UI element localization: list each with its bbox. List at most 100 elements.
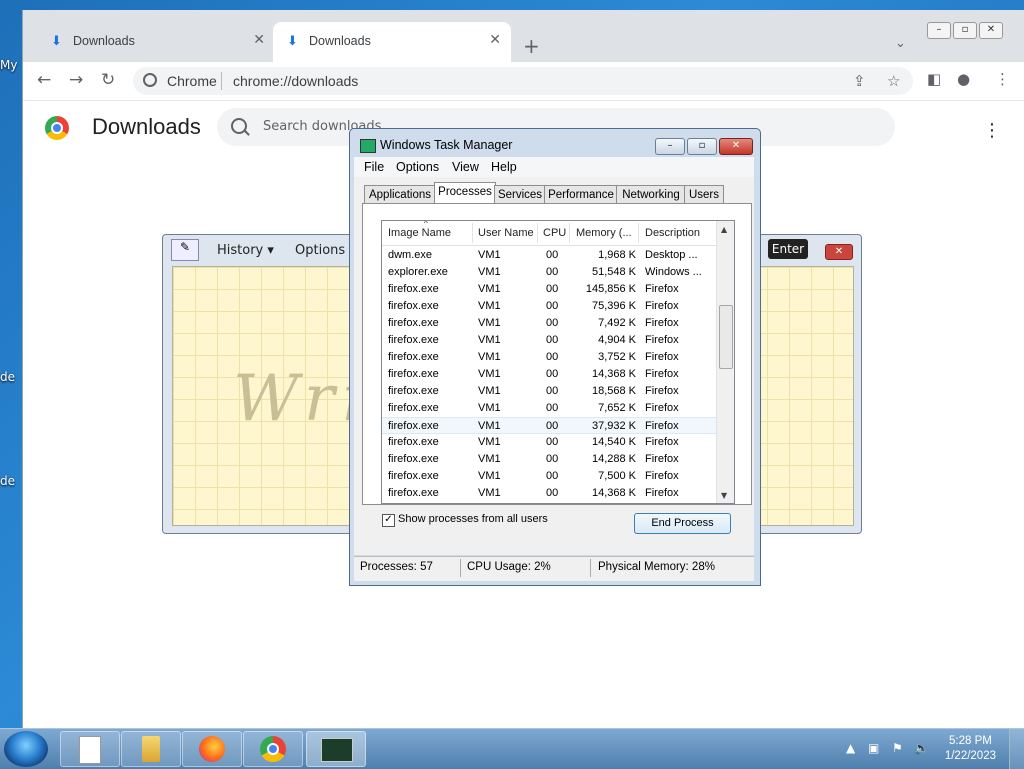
cell-user-name: VM1	[478, 266, 501, 278]
vertical-scrollbar[interactable]: ▲ ▼	[716, 221, 734, 503]
firefox-icon	[199, 736, 225, 762]
taskbar-app-explorer[interactable]	[121, 731, 181, 767]
cell-cpu: 00	[546, 351, 559, 363]
cell-image-name: dwm.exe	[388, 249, 433, 261]
tab-services[interactable]: Services	[494, 185, 546, 204]
column-cpu[interactable]: CPU	[543, 227, 566, 239]
reload-icon[interactable]: ↻	[101, 70, 115, 90]
downloads-menu-icon[interactable]: ⋮	[983, 120, 1001, 141]
menu-options[interactable]: Options	[396, 160, 439, 174]
task-manager-window: Windows Task Manager – ▫ ✕ File Options …	[349, 128, 761, 586]
show-hidden-icons-icon[interactable]: ▲	[846, 741, 855, 755]
close-button[interactable]: ✕	[979, 22, 1003, 39]
table-row[interactable]: firefox.exe VM1 00 14,368 K Firefox	[382, 485, 716, 502]
maximize-button[interactable]: ▫	[687, 138, 717, 155]
clock[interactable]: 5:28 PM 1/22/2023	[945, 734, 996, 764]
desktop-icon-label[interactable]: de	[0, 370, 15, 384]
cell-description: Firefox	[645, 385, 679, 397]
bookmark-star-icon[interactable]: ☆	[887, 72, 900, 90]
cell-user-name: VM1	[478, 368, 501, 380]
table-row[interactable]: firefox.exe VM1 00 75,396 K Firefox	[382, 298, 716, 315]
minimize-button[interactable]: –	[927, 22, 951, 39]
chrome-site-icon	[143, 73, 157, 87]
table-row[interactable]: dwm.exe VM1 00 1,968 K Desktop ...	[382, 247, 716, 264]
start-button[interactable]	[4, 731, 48, 767]
close-icon[interactable]: ✕	[825, 244, 853, 260]
cell-user-name: VM1	[478, 436, 501, 448]
table-row[interactable]: firefox.exe VM1 00 7,492 K Firefox	[382, 315, 716, 332]
taskbar-app-notepad[interactable]	[60, 731, 120, 767]
close-tab-icon[interactable]: ✕	[489, 32, 501, 48]
table-row[interactable]: firefox.exe VM1 00 37,932 K Firefox	[382, 417, 716, 434]
table-row[interactable]: explorer.exe VM1 00 51,548 K Windows ...	[382, 264, 716, 281]
column-user-name[interactable]: User Name	[478, 227, 534, 239]
omnibox-url[interactable]: chrome://downloads	[233, 73, 358, 89]
enter-button[interactable]: Enter	[768, 239, 808, 259]
tab-processes[interactable]: Processes	[434, 182, 496, 205]
profile-avatar-icon[interactable]: ●	[957, 70, 970, 88]
tab-performance[interactable]: Performance	[544, 185, 618, 204]
tab-applications[interactable]: Applications	[364, 185, 436, 204]
desktop-icon-label[interactable]: de	[0, 474, 15, 488]
tab-label: Downloads	[73, 34, 135, 48]
history-menu[interactable]: History ▾	[217, 243, 274, 258]
table-row[interactable]: firefox.exe VM1 00 14,368 K Firefox	[382, 366, 716, 383]
cell-description: Windows ...	[645, 266, 702, 278]
menu-file[interactable]: File	[364, 160, 384, 174]
clock-date: 1/22/2023	[944, 750, 996, 762]
network-icon[interactable]: ▣	[868, 741, 879, 755]
column-image-name[interactable]: Image Name	[388, 227, 451, 239]
menu-help[interactable]: Help	[491, 160, 517, 174]
scrollbar-thumb[interactable]	[719, 305, 733, 369]
back-arrow-icon[interactable]: ←	[37, 70, 51, 90]
notepad-icon	[79, 736, 101, 764]
cell-user-name: VM1	[478, 487, 501, 499]
end-process-button[interactable]: End Process	[634, 513, 731, 534]
tab-users[interactable]: Users	[684, 185, 724, 204]
show-desktop-button[interactable]	[1009, 729, 1024, 769]
taskbar-app-task-manager[interactable]	[306, 731, 366, 767]
maximize-button[interactable]: ▫	[953, 22, 977, 39]
chrome-logo-icon	[45, 116, 69, 140]
pen-icon[interactable]: ✎	[171, 239, 199, 261]
table-row[interactable]: firefox.exe VM1 00 3,752 K Firefox	[382, 349, 716, 366]
tab-downloads-2[interactable]: ⬇ Downloads ✕	[273, 22, 511, 62]
table-row[interactable]: firefox.exe VM1 00 14,540 K Firefox	[382, 434, 716, 451]
table-row[interactable]: firefox.exe VM1 00 7,500 K Firefox	[382, 468, 716, 485]
taskbar-app-firefox[interactable]	[182, 731, 242, 767]
download-icon: ⬇	[51, 34, 62, 49]
volume-icon[interactable]: 🔈	[914, 741, 929, 755]
cell-memory: 4,904 K	[598, 334, 636, 346]
column-memory[interactable]: Memory (...	[576, 227, 632, 239]
tab-networking[interactable]: Networking	[616, 185, 686, 204]
tab-downloads-1[interactable]: ⬇ Downloads ✕	[37, 22, 275, 62]
table-row[interactable]: firefox.exe VM1 00 4,904 K Firefox	[382, 332, 716, 349]
cell-description: Firefox	[645, 470, 679, 482]
close-tab-icon[interactable]: ✕	[253, 32, 265, 48]
action-center-flag-icon[interactable]: ⚑	[892, 741, 903, 755]
menu-view[interactable]: View	[452, 160, 479, 174]
table-row[interactable]: firefox.exe VM1 00 14,288 K Firefox	[382, 451, 716, 468]
scroll-down-arrow-icon[interactable]: ▼	[721, 491, 727, 500]
cell-image-name: explorer.exe	[388, 266, 448, 278]
close-button[interactable]: ✕	[719, 138, 753, 155]
kebab-menu-icon[interactable]: ⋮	[995, 70, 1010, 88]
forward-arrow-icon[interactable]: →	[69, 70, 83, 90]
column-description[interactable]: Description	[645, 227, 700, 239]
new-tab-button[interactable]: +	[523, 34, 540, 58]
omnibox[interactable]: Chrome chrome://downloads ⇪ ☆	[133, 67, 913, 95]
cell-memory: 14,540 K	[591, 436, 636, 448]
tab-search-button[interactable]: ⌄	[895, 36, 906, 51]
minimize-button[interactable]: –	[655, 138, 685, 155]
scroll-up-arrow-icon[interactable]: ▲	[721, 225, 727, 234]
taskbar-app-chrome[interactable]	[243, 731, 303, 767]
share-icon[interactable]: ⇪	[853, 72, 866, 90]
show-all-processes-checkbox[interactable]: ✓	[382, 514, 395, 527]
cell-description: Firefox	[645, 436, 679, 448]
desktop-icon-label[interactable]: My	[0, 58, 17, 72]
table-row[interactable]: firefox.exe VM1 00 18,568 K Firefox	[382, 383, 716, 400]
table-row[interactable]: firefox.exe VM1 00 7,652 K Firefox	[382, 400, 716, 417]
table-row[interactable]: firefox.exe VM1 00 145,856 K Firefox	[382, 281, 716, 298]
options-menu[interactable]: Options ▾	[295, 243, 356, 258]
side-panel-icon[interactable]: ◧	[927, 70, 941, 88]
